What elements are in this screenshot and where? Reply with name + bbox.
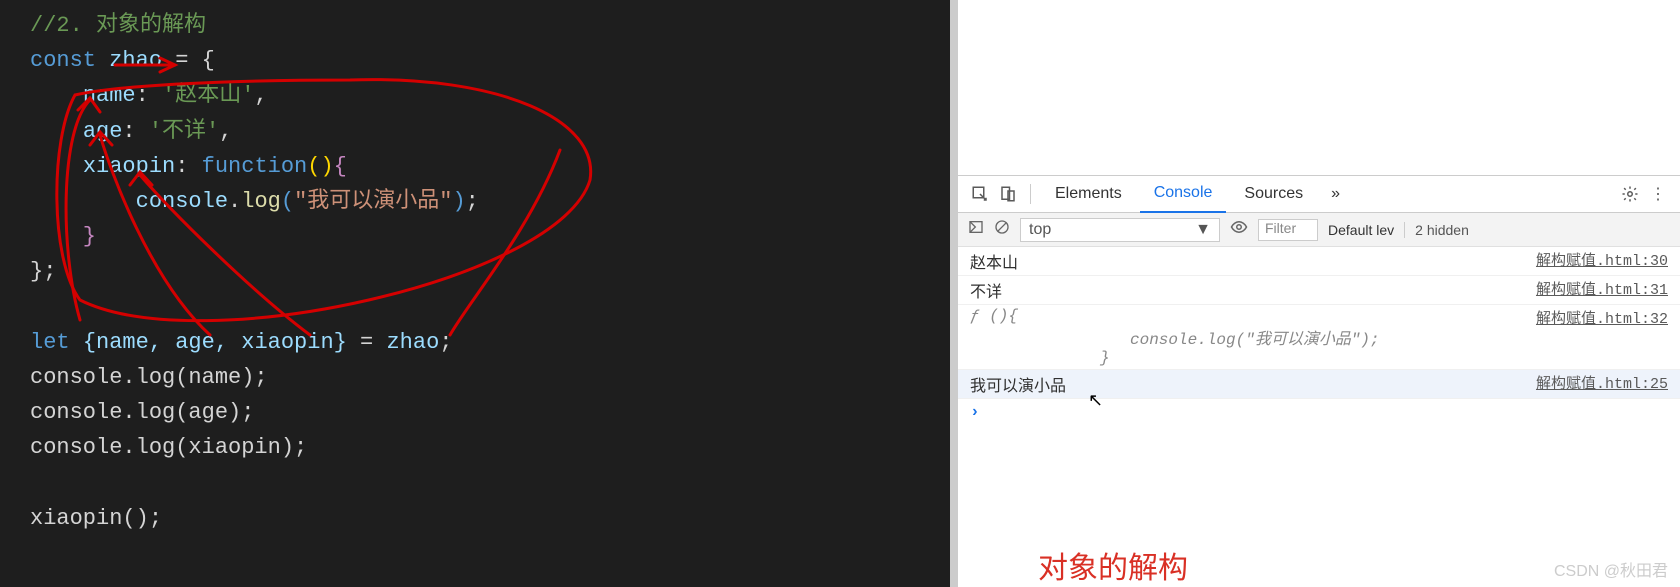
code-comment: //2. 对象的解构 [30,13,206,38]
destructure-pattern: {name, age, xiaopin} [83,330,347,355]
code-editor[interactable]: //2. 对象的解构 const zhao = { name: '赵本山', a… [0,0,950,587]
identifier-zhao: zhao [386,330,439,355]
filter-input[interactable]: Filter [1258,219,1318,241]
log-level-selector[interactable]: Default lev [1328,222,1394,238]
code-line: } [30,219,950,254]
code-line: xiaopin(); [30,501,950,536]
console-toolbar: top ▼ Filter Default lev 2 hidden [958,213,1680,247]
hidden-count[interactable]: 2 hidden [1404,222,1469,238]
string-literal: '不详' [149,119,219,144]
devtools-tabbar: Elements Console Sources » ⋮ [958,175,1680,213]
code-punct: = { [162,48,215,73]
identifier-zhao: zhao [109,48,162,73]
execution-context-selector[interactable]: top ▼ [1020,218,1220,242]
console-message: 我可以演小品 [970,372,1066,396]
console-log-row: 我可以演小品 解构赋值.html:25 [958,370,1680,399]
inspect-icon[interactable] [968,182,992,206]
device-toggle-icon[interactable] [996,182,1020,206]
console-log-row: 赵本山 解构赋值.html:30 [958,247,1680,276]
chevron-down-icon: ▼ [1195,221,1211,239]
console-source-link[interactable]: 解构赋值.html:25 [1536,372,1668,396]
keyword-let: let [30,330,70,355]
prop-xiaopin: xiaopin [83,154,175,179]
console-message: ƒ (){ console.log("我可以演小品"); } [970,307,1380,367]
log-method: log [241,189,281,214]
watermark: CSDN @秋田君 [1554,557,1668,581]
code-line: console.log(name); [30,360,950,395]
string-literal: '赵本山' [162,83,254,108]
console-message: 赵本山 [970,249,1018,273]
prop-age: age [83,119,123,144]
tab-sources[interactable]: Sources [1230,175,1317,213]
keyword-const: const [30,48,96,73]
kebab-menu-icon[interactable]: ⋮ [1646,182,1670,206]
console-source-link[interactable]: 解构赋值.html:30 [1536,249,1668,273]
live-expression-icon[interactable] [1230,218,1248,241]
console-message: 不详 [970,278,1002,302]
console-sidebar-toggle-icon[interactable] [968,219,984,240]
tabs-overflow-icon[interactable]: » [1321,185,1350,203]
pane-divider[interactable] [950,0,958,587]
console-prompt[interactable]: › [958,399,1680,425]
console-source-link[interactable]: 解构赋值.html:31 [1536,278,1668,302]
tab-elements[interactable]: Elements [1041,175,1136,213]
settings-gear-icon[interactable] [1618,182,1642,206]
keyword-function: function [202,154,308,179]
console-output[interactable]: 赵本山 解构赋值.html:30 不详 解构赋值.html:31 ƒ (){ c… [958,247,1680,518]
console-log-row: ƒ (){ console.log("我可以演小品"); } 解构赋值.html… [958,305,1680,370]
console-obj: console [136,189,228,214]
clear-console-icon[interactable] [994,219,1010,240]
code-line: console.log(age); [30,395,950,430]
prop-name: name [83,83,136,108]
browser-viewport [958,0,1680,175]
tab-console[interactable]: Console [1140,175,1227,213]
console-log-row: 不详 解构赋值.html:31 [958,276,1680,305]
context-label: top [1029,221,1051,239]
code-line: }; [30,254,950,289]
string-literal: "我可以演小品" [294,189,452,214]
browser-devtools-pane: Elements Console Sources » ⋮ top ▼ Filte… [958,0,1680,587]
console-source-link[interactable]: 解构赋值.html:32 [1536,307,1668,328]
code-line: console.log(xiaopin); [30,430,950,465]
